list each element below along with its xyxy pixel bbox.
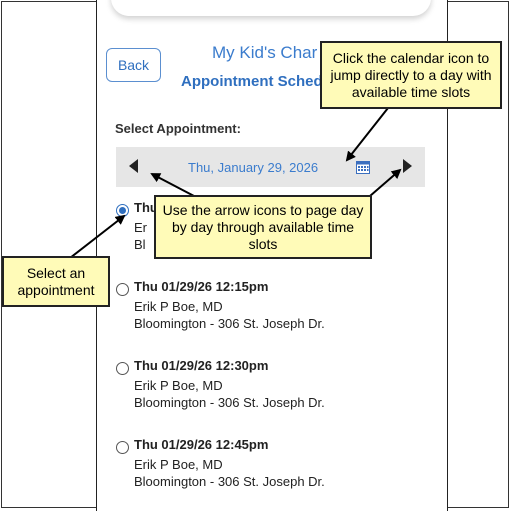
appointment-provider: Erik P Boe, MD [134,378,223,393]
left-arrow-icon[interactable] [129,159,138,173]
calendar-icon[interactable] [356,160,370,174]
appointment-location: Bloomington - 306 St. Joseph Dr. [134,316,325,331]
appointment-provider: Erik P Boe, MD [134,299,223,314]
appointment-provider: Er [134,220,147,235]
select-callout: Select an appointment [2,256,110,307]
current-date: Thu, January 29, 2026 [188,160,319,175]
page-subtitle: Appointment Sched [181,73,323,90]
appointment-time: Thu 01/29/26 12:30pm [134,358,269,373]
date-navigator: Thu, January 29, 2026 [116,147,425,187]
appointment-location: Bloomington - 306 St. Joseph Dr. [134,395,325,410]
arrows-callout: Use the arrow icons to page day by day t… [154,195,372,259]
top-bar [111,0,431,16]
appointment-provider: Erik P Boe, MD [134,457,223,472]
calendar-callout: Click the calendar icon to jump directly… [320,41,502,109]
back-button[interactable]: Back [106,48,161,82]
radio-button[interactable] [116,283,129,296]
radio-button[interactable] [116,441,129,454]
appointment-location: Bl [134,237,146,252]
appointment-time: Thu 01/29/26 12:15pm [134,279,269,294]
app-title: My Kid's Char [212,43,318,62]
right-arrow-icon[interactable] [403,159,412,173]
radio-button-selected[interactable] [116,204,129,217]
radio-button[interactable] [116,362,129,375]
section-label: Select Appointment: [115,121,241,136]
appointment-location: Bloomington - 306 St. Joseph Dr. [134,474,325,489]
appointment-time: Thu 01/29/26 12:45pm [134,437,269,452]
